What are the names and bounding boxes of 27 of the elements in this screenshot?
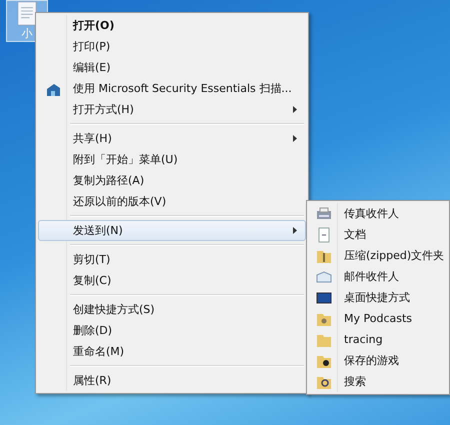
menu-item[interactable]: 复制(C) [38,270,306,291]
menu-item[interactable]: 桌面快捷方式 [309,287,447,308]
menu-item[interactable]: 共享(H) [38,128,306,149]
menu-item[interactable]: 删除(D) [38,320,306,341]
menu-item[interactable]: tracing [309,329,447,350]
menu-item[interactable]: 邮件收件人 [309,266,447,287]
menu-item[interactable]: 传真收件人 [309,203,447,224]
menu-item[interactable]: 重命名(M) [38,341,306,362]
menu-item[interactable]: 附到「开始」菜单(U) [38,149,306,170]
monitor-icon [316,290,332,306]
document-icon [316,226,332,242]
menu-item[interactable]: 剪切(T) [38,249,306,270]
menu-item[interactable]: 复制为路径(A) [38,170,306,191]
menu-item[interactable]: 搜索 [309,371,447,392]
menu-item[interactable]: 压缩(zipped)文件夹 [309,245,447,266]
menu-item[interactable]: 编辑(E) [38,57,306,78]
file-name: 小 [22,26,32,41]
menu-item[interactable]: 文档 [309,224,447,245]
menu-item[interactable]: 保存的游戏 [309,350,447,371]
menu-item[interactable]: My Podcasts [309,308,447,329]
menu-item[interactable]: 打开方式(H) [38,99,306,120]
menu-item[interactable]: 还原以前的版本(V) [38,191,306,212]
menu-item[interactable]: 创建快捷方式(S) [38,299,306,320]
menu-item[interactable]: 发送到(N) [38,220,306,241]
menu-item[interactable]: 使用 Microsoft Security Essentials 扫描... [38,78,306,99]
menu-item[interactable]: 属性(R) [38,370,306,391]
fax-icon [316,206,332,222]
